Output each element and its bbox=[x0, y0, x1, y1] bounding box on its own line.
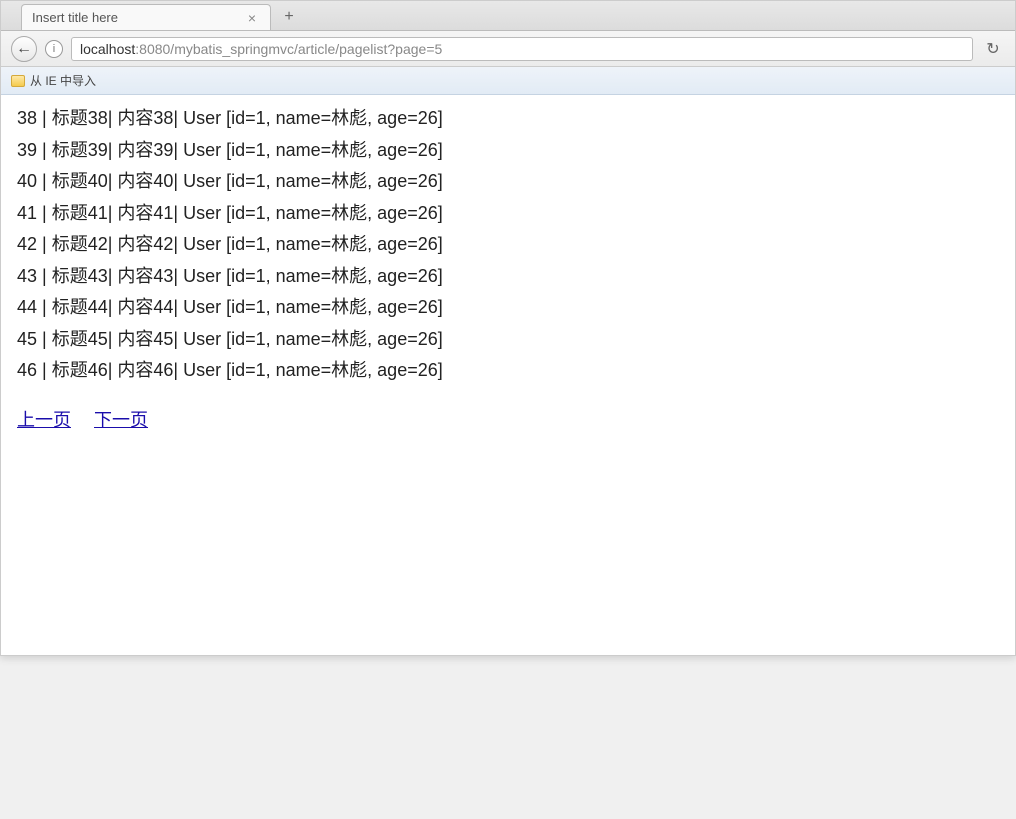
list-item: 42 | 标题42| 内容42| User [id=1, name=林彪, ag… bbox=[17, 229, 999, 261]
list-item: 45 | 标题45| 内容45| User [id=1, name=林彪, ag… bbox=[17, 324, 999, 356]
list-item: 39 | 标题39| 内容39| User [id=1, name=林彪, ag… bbox=[17, 135, 999, 167]
url-path: :8080/mybatis_springmvc/article/pagelist… bbox=[135, 41, 442, 57]
list-item: 43 | 标题43| 内容43| User [id=1, name=林彪, ag… bbox=[17, 261, 999, 293]
list-item: 38 | 标题38| 内容38| User [id=1, name=林彪, ag… bbox=[17, 103, 999, 135]
list-item: 41 | 标题41| 内容41| User [id=1, name=林彪, ag… bbox=[17, 198, 999, 230]
list-item: 46 | 标题46| 内容46| User [id=1, name=林彪, ag… bbox=[17, 355, 999, 387]
url-host: localhost bbox=[80, 41, 135, 57]
info-icon[interactable]: i bbox=[45, 40, 63, 58]
page-content: 38 | 标题38| 内容38| User [id=1, name=林彪, ag… bbox=[1, 95, 1015, 655]
next-page-link[interactable]: 下一页 bbox=[94, 410, 148, 430]
browser-window: Insert title here × + ← i localhost:8080… bbox=[0, 0, 1016, 656]
back-button[interactable]: ← bbox=[11, 36, 37, 62]
address-bar: ← i localhost:8080/mybatis_springmvc/art… bbox=[1, 31, 1015, 67]
reload-button[interactable]: ↻ bbox=[981, 37, 1005, 61]
folder-icon bbox=[11, 75, 25, 87]
tab-bar: Insert title here × + bbox=[1, 1, 1015, 31]
pagination: 上一页 下一页 bbox=[17, 405, 999, 437]
browser-tab[interactable]: Insert title here × bbox=[21, 4, 271, 30]
bookmarks-bar: 从 IE 中导入 bbox=[1, 67, 1015, 95]
list-item: 44 | 标题44| 内容44| User [id=1, name=林彪, ag… bbox=[17, 292, 999, 324]
tab-title: Insert title here bbox=[32, 10, 244, 25]
close-icon[interactable]: × bbox=[244, 10, 260, 26]
list-item: 40 | 标题40| 内容40| User [id=1, name=林彪, ag… bbox=[17, 166, 999, 198]
new-tab-button[interactable]: + bbox=[277, 6, 301, 28]
bookmark-ie-import[interactable]: 从 IE 中导入 bbox=[11, 72, 96, 89]
bookmark-label: 从 IE 中导入 bbox=[30, 72, 96, 89]
reload-icon: ↻ bbox=[986, 39, 999, 59]
url-input[interactable]: localhost:8080/mybatis_springmvc/article… bbox=[71, 37, 973, 61]
arrow-left-icon: ← bbox=[16, 40, 32, 58]
prev-page-link[interactable]: 上一页 bbox=[17, 410, 71, 430]
